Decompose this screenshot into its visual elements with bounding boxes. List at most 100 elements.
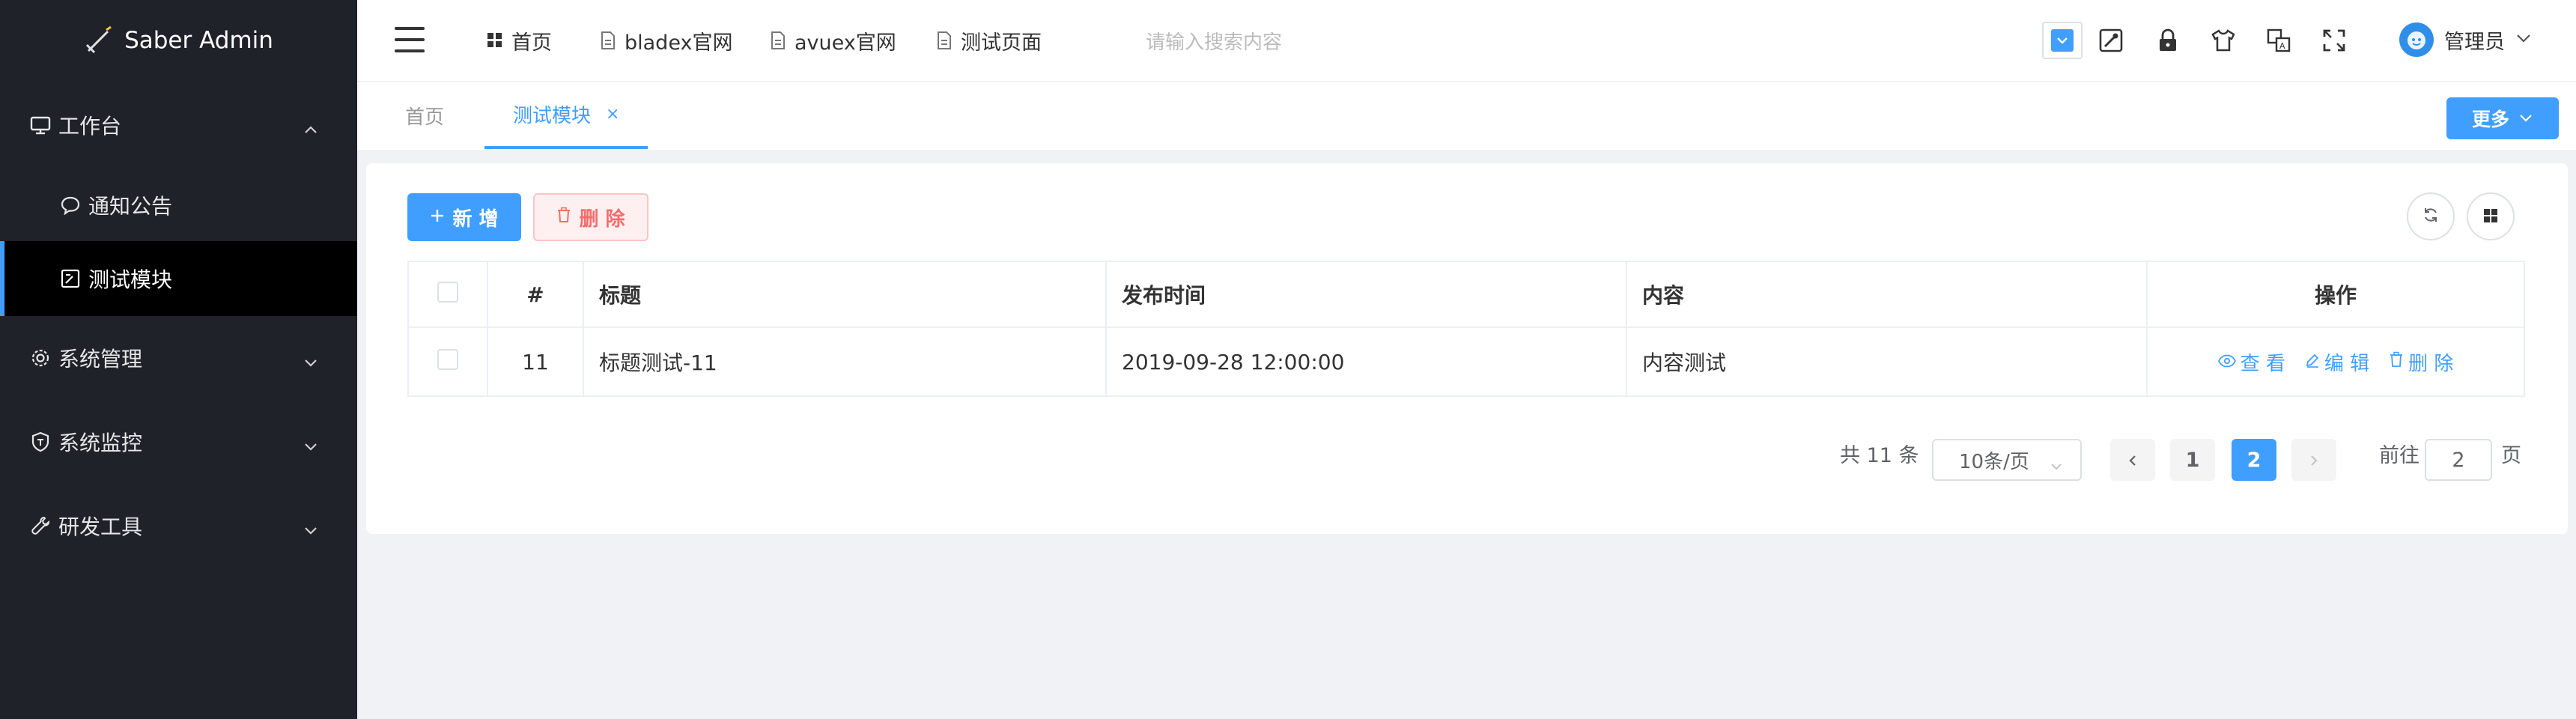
- nav-avuex[interactable]: avuex官网: [769, 0, 896, 81]
- delete-label: 删 除: [2408, 352, 2454, 375]
- row-select-cell: [407, 327, 488, 397]
- next-page-button[interactable]: [2291, 439, 2336, 481]
- search-input[interactable]: 请输入搜索内容: [1146, 27, 1282, 55]
- view-label: 查 看: [2240, 352, 2285, 375]
- trash-icon: [556, 206, 571, 228]
- tshirt-icon[interactable]: [2208, 25, 2238, 55]
- nav-home[interactable]: 首页: [486, 0, 552, 81]
- chevron-down-icon: [303, 518, 318, 543]
- tab-home[interactable]: 首页: [405, 82, 444, 149]
- chevron-up-icon: [303, 118, 318, 142]
- grid-icon: [486, 31, 504, 49]
- monitor-icon: [28, 113, 52, 137]
- chevron-down-icon: [303, 351, 318, 375]
- select-all-checkbox[interactable]: [437, 281, 458, 303]
- delete-action[interactable]: 删 除: [2389, 348, 2453, 376]
- sidebar-item-test-module[interactable]: 测试模块: [0, 241, 357, 316]
- column-header-time: 发布时间: [1105, 261, 1627, 328]
- sidebar-item-system-monitor[interactable]: 系统监控: [0, 415, 357, 469]
- grid-icon: [2482, 204, 2499, 229]
- delete-button[interactable]: 删 除: [533, 193, 648, 241]
- goto-page-input[interactable]: 2: [2425, 439, 2492, 481]
- data-table: # 标题 发布时间 内容 操作 11 标题测试-11 2019-09-28 12…: [407, 261, 2525, 397]
- row-checkbox[interactable]: [437, 348, 458, 370]
- document-icon: [935, 31, 953, 50]
- sidebar-item-label: 系统监控: [58, 431, 143, 455]
- logo[interactable]: Saber Admin: [0, 0, 357, 81]
- tabs-bar: 首页 测试模块 × 更多: [357, 81, 2576, 150]
- sidebar-item-notice[interactable]: 通知公告: [0, 178, 357, 232]
- add-label: 新 增: [452, 207, 499, 231]
- refresh-icon: [2422, 204, 2440, 229]
- document-icon: [599, 31, 617, 50]
- page-size-select[interactable]: 10条/页: [1932, 439, 2082, 481]
- sidebar-item-label: 研发工具: [58, 515, 143, 539]
- edit-document-icon: [58, 267, 82, 291]
- sidebar: Saber Admin 工作台 通知公告 测试模块 系统管理 系统监控 研发工具: [0, 0, 357, 719]
- columns-button[interactable]: [2467, 192, 2515, 240]
- cell-actions: 查 看 编 辑 删 除: [2146, 327, 2525, 397]
- chevron-down-icon: [2515, 28, 2532, 52]
- delete-label: 删 除: [579, 207, 625, 231]
- page-size-value: 10条/页: [1959, 450, 2029, 473]
- tab-label: 首页: [405, 106, 445, 129]
- avatar: [2399, 22, 2434, 57]
- color-picker-icon[interactable]: [2096, 25, 2126, 55]
- plus-icon: [430, 206, 445, 228]
- lock-icon[interactable]: [2153, 25, 2183, 55]
- trash-icon: [2389, 351, 2404, 373]
- nav-bladex[interactable]: bladex官网: [599, 0, 732, 81]
- page-2-button[interactable]: 2: [2232, 439, 2276, 481]
- nav-test-page[interactable]: 测试页面: [935, 0, 1042, 81]
- tab-label: 测试模块: [513, 104, 592, 127]
- wrench-icon: [28, 514, 52, 538]
- sidebar-item-label: 系统管理: [58, 347, 143, 371]
- refresh-button[interactable]: [2407, 192, 2455, 240]
- sidebar-item-system-management[interactable]: 系统管理: [0, 331, 357, 385]
- theme-select[interactable]: [2042, 22, 2083, 59]
- cell-content: 内容测试: [1626, 327, 2148, 397]
- nav-label: 测试页面: [961, 31, 1042, 55]
- prev-page-button[interactable]: [2110, 439, 2155, 481]
- edit-label: 编 辑: [2324, 352, 2370, 375]
- more-label: 更多: [2471, 109, 2509, 130]
- sidebar-item-dev-tools[interactable]: 研发工具: [0, 499, 357, 553]
- column-header-content: 内容: [1626, 261, 2148, 328]
- nav-label: avuex官网: [795, 31, 896, 55]
- chevron-down-icon: [2518, 108, 2533, 130]
- sidebar-item-label: 工作台: [58, 114, 122, 139]
- column-header-index: #: [487, 261, 584, 328]
- view-action[interactable]: 查 看: [2217, 348, 2285, 376]
- close-icon[interactable]: ×: [606, 105, 619, 124]
- edit-action[interactable]: 编 辑: [2305, 348, 2369, 376]
- sidebar-item-label: 测试模块: [88, 267, 173, 292]
- sidebar-item-workbench[interactable]: 工作台: [0, 99, 357, 151]
- chevron-down-icon: [303, 434, 318, 459]
- nav-label: bladex官网: [625, 31, 733, 55]
- goto-unit: 页: [2501, 444, 2521, 467]
- tab-test-module[interactable]: 测试模块 ×: [484, 82, 648, 149]
- user-menu[interactable]: 管理员: [2399, 22, 2532, 57]
- select-all-cell: [407, 261, 488, 328]
- top-header: 首页 bladex官网 avuex官网 测试页面 请输入搜索内容 A 管理员: [357, 0, 2576, 81]
- menu-toggle-icon[interactable]: [395, 27, 425, 52]
- chevron-right-icon: [2308, 449, 2320, 472]
- goto-label: 前往: [2379, 444, 2419, 467]
- svg-text:A: A: [2279, 41, 2285, 51]
- page-1-button[interactable]: 1: [2170, 439, 2215, 481]
- eye-icon: [2217, 351, 2236, 373]
- nav-label: 首页: [511, 31, 552, 55]
- column-header-title: 标题: [583, 261, 1107, 328]
- cell-time: 2019-09-28 12:00:00: [1105, 327, 1627, 397]
- chevron-left-icon: [2127, 449, 2139, 472]
- pencil-icon: [2305, 351, 2320, 373]
- sidebar-item-label: 通知公告: [88, 194, 173, 219]
- shield-icon: [28, 430, 52, 454]
- more-button[interactable]: 更多: [2446, 97, 2559, 139]
- fullscreen-icon[interactable]: [2319, 25, 2349, 55]
- user-name: 管理员: [2444, 30, 2505, 54]
- column-header-actions: 操作: [2146, 261, 2525, 328]
- add-button[interactable]: 新 增: [407, 193, 521, 241]
- translate-icon[interactable]: A: [2264, 25, 2294, 55]
- table-row: 11 标题测试-11 2019-09-28 12:00:00 内容测试 查 看: [407, 327, 2525, 397]
